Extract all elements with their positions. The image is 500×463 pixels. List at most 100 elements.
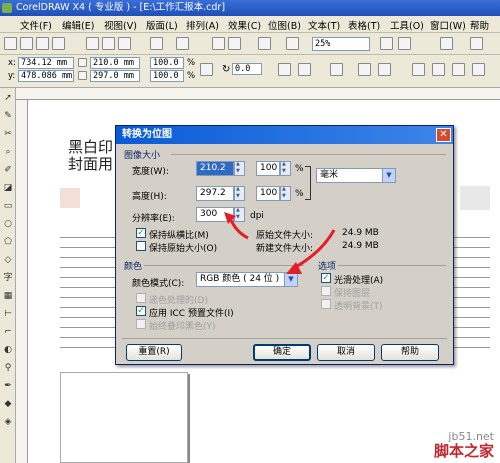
keep-layers-checkbox[interactable] [321, 286, 331, 296]
standard-toolbar: 25% [0, 33, 500, 55]
undo-icon[interactable] [150, 37, 163, 50]
snap-icon[interactable] [398, 37, 411, 50]
group-icon[interactable] [330, 63, 343, 76]
basic-shapes-icon[interactable]: ◇ [2, 254, 14, 266]
ungroup-icon[interactable] [358, 63, 371, 76]
freehand-tool-icon[interactable]: ✐ [2, 164, 14, 176]
paste-icon[interactable] [118, 37, 131, 50]
cancel-button[interactable]: 取消 [317, 344, 375, 361]
zoom-select[interactable]: 25% [312, 37, 370, 51]
menu-help[interactable]: 帮助 [470, 18, 489, 32]
scale-x-field[interactable]: 100.0 [150, 57, 184, 69]
dither-checkbox[interactable] [136, 293, 146, 303]
smart-fill-icon[interactable]: ◪ [2, 182, 14, 194]
ellipse-tool-icon[interactable]: ○ [2, 218, 14, 230]
menu-effects[interactable]: 效果(C) [228, 18, 261, 32]
keep-ratio-checkbox[interactable]: ✓ [136, 228, 146, 238]
crop-tool-icon[interactable]: ✂ [2, 128, 14, 140]
height-field[interactable]: 297.0 mm [90, 70, 140, 82]
overprint-checkbox[interactable] [136, 319, 146, 329]
menu-tools[interactable]: 工具(O) [390, 18, 424, 32]
full-screen-icon[interactable] [380, 37, 393, 50]
ok-button[interactable]: 确定 [253, 344, 311, 361]
height-input[interactable]: 297.2 [196, 186, 234, 201]
blend-tool-icon[interactable]: ◐ [2, 344, 14, 356]
resolution-label: 分辨率(E): [132, 214, 175, 224]
width-field[interactable]: 210.0 mm [90, 57, 140, 69]
redo-icon[interactable] [176, 37, 189, 50]
intersect-icon[interactable] [452, 63, 465, 76]
unit-select[interactable]: 毫米 ▼ [316, 168, 396, 183]
trim-icon[interactable] [432, 63, 445, 76]
polygon-tool-icon[interactable]: ⬠ [2, 236, 14, 248]
table-tool-icon[interactable]: ▦ [2, 290, 14, 302]
scale-y-field[interactable]: 100.0 [150, 70, 184, 82]
copy-icon[interactable] [102, 37, 115, 50]
close-icon[interactable]: ✕ [436, 128, 451, 142]
keep-size-checkbox[interactable] [136, 241, 146, 251]
icc-label: 应用 ICC 预置文件(I) [149, 309, 234, 319]
overprint-label: 始终叠印黑色(Y) [149, 322, 216, 332]
interactive-fill-icon[interactable]: ◈ [2, 416, 14, 428]
outline-tool-icon[interactable]: ✒ [2, 380, 14, 392]
menu-view[interactable]: 视图(V) [104, 18, 137, 32]
menu-text[interactable]: 文本(T) [308, 18, 340, 32]
options-icon[interactable] [440, 37, 453, 50]
width-percent-spinner[interactable] [280, 161, 291, 176]
connector-tool-icon[interactable]: ⌐ [2, 326, 14, 338]
height-icon [78, 71, 87, 80]
width-spinner[interactable] [234, 161, 245, 176]
transparent-bg-checkbox[interactable] [321, 299, 331, 309]
combine-icon[interactable] [412, 63, 425, 76]
x-position-field[interactable]: 734.12 mm [18, 57, 74, 69]
cut-icon[interactable] [86, 37, 99, 50]
export-icon[interactable] [228, 37, 241, 50]
height-percent-spinner[interactable] [280, 186, 291, 201]
fill-tool-icon[interactable]: ◆ [2, 398, 14, 410]
width-input[interactable]: 210.2 [196, 161, 234, 176]
rotation-field[interactable]: 0.0 [232, 63, 262, 75]
lock-ratio-icon[interactable] [200, 63, 213, 76]
menu-arrange[interactable]: 排列(A) [186, 18, 219, 32]
print-icon[interactable] [52, 37, 65, 50]
menu-file[interactable]: 文件(F) [20, 18, 52, 32]
button-separator [122, 338, 447, 339]
menu-window[interactable]: 窗口(W) [430, 18, 466, 32]
reset-button[interactable]: 重置(R) [126, 344, 182, 361]
app-launcher-icon[interactable] [258, 37, 271, 50]
scale-x-unit: % [187, 58, 196, 68]
height-percent-sign: % [295, 189, 304, 199]
annotation-arrow-resolution [224, 212, 249, 240]
shape-tool-icon[interactable]: ✎ [2, 110, 14, 122]
dither-label: 递色处理的(D) [149, 296, 208, 306]
height-spinner[interactable] [234, 186, 245, 201]
convert-to-bitmap-dialog: 转换为位图 ✕ 图像大小 宽度(W): 210.2 100 % 高度(H): 2… [115, 125, 454, 365]
help-button[interactable]: 帮助 [381, 344, 439, 361]
width-percent-input[interactable]: 100 [256, 161, 280, 176]
dimension-tool-icon[interactable]: ⊢ [2, 308, 14, 320]
menu-edit[interactable]: 编辑(E) [62, 18, 94, 32]
save-icon[interactable] [36, 37, 49, 50]
mirror-h-icon[interactable] [278, 63, 291, 76]
welcome-icon[interactable] [286, 37, 299, 50]
eyedropper-tool-icon[interactable]: ⚲ [2, 362, 14, 374]
width-label: 宽度(W): [132, 167, 169, 177]
mirror-v-icon[interactable] [298, 63, 311, 76]
menu-table[interactable]: 表格(T) [348, 18, 380, 32]
text-tool-icon[interactable]: 字 [2, 272, 14, 284]
new-icon[interactable] [4, 37, 17, 50]
menu-layout[interactable]: 版面(L) [146, 18, 178, 32]
y-position-field[interactable]: 478.086 mm [18, 70, 74, 82]
icc-checkbox[interactable]: ✓ [136, 306, 146, 316]
toolbar-more-icon[interactable] [470, 37, 483, 50]
height-percent-input[interactable]: 100 [256, 186, 280, 201]
open-icon[interactable] [20, 37, 33, 50]
toolbox: ➚ ✎ ✂ ⌕ ✐ ◪ ▭ ○ ⬠ ◇ 字 ▦ ⊢ ⌐ ◐ ⚲ ✒ ◆ ◈ [0, 88, 16, 463]
rectangle-tool-icon[interactable]: ▭ [2, 200, 14, 212]
zoom-tool-icon[interactable]: ⌕ [2, 146, 14, 158]
pick-tool-icon[interactable]: ➚ [2, 92, 14, 104]
import-icon[interactable] [212, 37, 225, 50]
simplify-icon[interactable] [472, 63, 485, 76]
menu-bitmaps[interactable]: 位图(B) [268, 18, 301, 32]
ungroup-all-icon[interactable] [378, 63, 391, 76]
